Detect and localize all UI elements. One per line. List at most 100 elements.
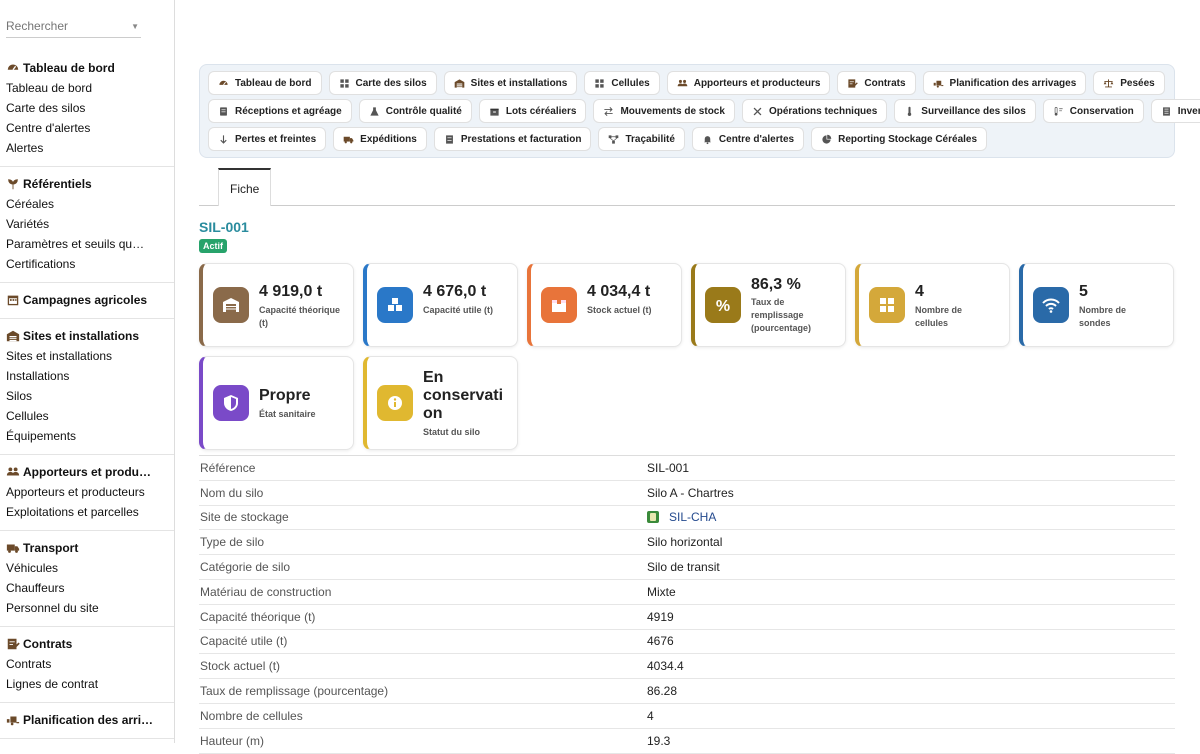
module-nav-button[interactable]: Sites et installations xyxy=(443,71,578,95)
module-nav-button[interactable]: Lots céréaliers xyxy=(478,99,587,123)
cells-icon xyxy=(595,78,604,88)
sidebar-section-header[interactable]: Planification des arri… xyxy=(0,710,174,730)
kpi-value: 4 676,0 t xyxy=(423,283,487,300)
module-nav-button[interactable]: Inventaires xyxy=(1150,99,1200,123)
module-nav-button[interactable]: Planification des arrivages xyxy=(922,71,1087,95)
warehouse-icon xyxy=(6,330,20,342)
sidebar-section-title: Campagnes agricoles xyxy=(23,293,148,307)
sidebar-item[interactable]: Centre d'alertes xyxy=(0,118,145,138)
module-nav-button[interactable]: Cellules xyxy=(584,71,660,95)
kpi-value: 4 034,4 t xyxy=(587,283,651,300)
detail-value: Silo de transit xyxy=(647,560,720,575)
sidebar-item[interactable]: Certifications xyxy=(0,254,145,274)
module-nav-button[interactable]: Mouvements de stock xyxy=(593,99,735,123)
temperature-icon xyxy=(1054,106,1063,116)
sidebar-item[interactable]: Cellules xyxy=(0,406,145,426)
sidebar-item[interactable]: Chauffeurs xyxy=(0,578,145,598)
sidebar-section: Apporteurs et produ… Apporteurs et produc… xyxy=(0,455,174,531)
sidebar-item[interactable]: Lignes de contrat xyxy=(0,674,145,694)
sidebar-item[interactable]: Tableau de bord xyxy=(0,78,145,98)
module-nav-button[interactable]: Réceptions et agréage xyxy=(208,99,352,123)
module-nav-button[interactable]: Pesées xyxy=(1093,71,1165,95)
sidebar-section-header[interactable]: Transport xyxy=(0,538,174,558)
module-nav-button[interactable]: Conservation xyxy=(1042,99,1144,123)
tab-fiche[interactable]: Fiche xyxy=(218,168,272,206)
record-title: SIL-001 xyxy=(199,219,249,235)
module-nav-button[interactable]: Traçabilité xyxy=(598,127,685,151)
kpi-card: 4 034,4 t Stock actuel (t) xyxy=(527,263,682,347)
detail-value: 4676 xyxy=(647,634,674,649)
sidebar-item[interactable]: Personnel du site xyxy=(0,598,145,618)
module-nav-button[interactable]: Apporteurs et producteurs xyxy=(666,71,831,95)
detail-value: Mixte xyxy=(647,584,676,599)
module-nav-button[interactable]: Contrôle qualité xyxy=(358,99,472,123)
detail-value: Silo A - Chartres xyxy=(647,485,734,500)
module-nav-button[interactable]: Opérations techniques xyxy=(741,99,888,123)
module-nav-button[interactable]: Prestations et facturation xyxy=(433,127,592,151)
wifi-icon xyxy=(1033,287,1069,323)
sidebar-item[interactable]: Apporteurs et producteurs xyxy=(0,482,145,502)
kpi-value: 4 xyxy=(915,283,924,300)
sidebar-section-title: Tableau de bord xyxy=(23,61,115,75)
module-nav-button[interactable]: Centre d'alertes xyxy=(691,127,805,151)
sidebar-section-header[interactable]: Apporteurs et produ… xyxy=(0,462,174,482)
detail-table: Référence SIL-001 Nom du silo Silo A - Char… xyxy=(199,455,1175,754)
module-nav-button[interactable]: Expéditions xyxy=(333,127,427,151)
detail-row: Matériau de construction Mixte xyxy=(199,580,1175,605)
sidebar-section-header[interactable]: Référentiels xyxy=(0,174,174,194)
sidebar-item[interactable]: Alertes xyxy=(0,138,145,158)
sidebar-section-header[interactable]: Contrats xyxy=(0,634,174,654)
sidebar-item[interactable]: Silos xyxy=(0,386,145,406)
detail-key: Stock actuel (t) xyxy=(200,659,281,674)
sidebar-item[interactable]: Exploitations et parcelles xyxy=(0,502,145,522)
module-nav-button[interactable]: Contrats xyxy=(837,71,916,95)
sidebar-item[interactable]: Contrats xyxy=(0,654,145,674)
sidebar-section-header[interactable]: Campagnes agricoles xyxy=(0,290,174,310)
search-box[interactable]: ▼ xyxy=(6,16,141,38)
module-nav-button[interactable]: Surveillance des silos xyxy=(894,99,1036,123)
sidebar-section-header[interactable]: Sites et installations xyxy=(0,326,174,346)
sidebar-item[interactable]: Équipements xyxy=(0,426,145,446)
chart-pie-icon xyxy=(822,134,832,144)
sidebar-item[interactable]: Installations xyxy=(0,366,145,386)
module-nav-button[interactable]: Reporting Stockage Céréales xyxy=(811,127,988,151)
detail-row: Catégorie de silo Silo de transit xyxy=(199,555,1175,580)
detail-row: Référence SIL-001 xyxy=(199,456,1175,481)
module-nav-button[interactable]: Tableau de bord xyxy=(208,71,322,95)
sidebar-section: Transport Véhicules Chauffeurs Personnel du… xyxy=(0,531,174,627)
cells-icon xyxy=(869,287,905,323)
contract-icon xyxy=(848,78,859,88)
kpi-label: Capacité utile (t) xyxy=(423,305,494,315)
detail-row: Stock actuel (t) 4034.4 xyxy=(199,654,1175,680)
gauge-icon xyxy=(219,80,228,85)
sidebar-section: Sites et installations Sites et installat… xyxy=(0,319,174,455)
detail-row: Capacité théorique (t) 4919 xyxy=(199,605,1175,630)
sidebar-section-header[interactable]: Tableau de bord xyxy=(0,58,174,78)
detail-value-cell: 4 xyxy=(647,709,654,723)
kpi-card: 5 Nombre de sondes xyxy=(1019,263,1174,347)
sidebar-item[interactable]: Céréales xyxy=(0,194,145,214)
detail-row: Type de silo Silo horizontal xyxy=(199,530,1175,556)
site-link[interactable]: SIL-CHA xyxy=(669,510,716,524)
sidebar-section: Contrats Contrats Lignes de contrat xyxy=(0,627,174,703)
module-nav-button[interactable]: Pertes et freintes xyxy=(208,127,327,151)
sidebar-item[interactable]: Sites et installations xyxy=(0,346,145,366)
sidebar-item[interactable]: Variétés xyxy=(0,214,145,234)
module-nav-label: Pesées xyxy=(1120,77,1155,89)
module-nav-label: Pertes et freintes xyxy=(235,133,317,145)
box-icon xyxy=(490,108,499,116)
sidebar-item[interactable]: Carte des silos xyxy=(0,98,145,118)
chevron-down-icon[interactable]: ▼ xyxy=(131,22,139,31)
sidebar-item[interactable]: Paramètres et seuils qual… xyxy=(0,234,145,254)
module-nav-button[interactable]: Carte des silos xyxy=(328,71,437,95)
percent-icon: % xyxy=(705,287,741,323)
scale-icon xyxy=(1103,78,1114,87)
info-icon xyxy=(377,385,413,421)
kpi-card: 4 Nombre de cellules xyxy=(855,263,1010,347)
sidebar-item[interactable]: Véhicules xyxy=(0,558,145,578)
detail-row: Taux de remplissage (pourcentage) 86.28 xyxy=(199,679,1175,704)
detail-key: Nombre de cellules xyxy=(200,708,303,723)
search-input[interactable] xyxy=(6,16,141,33)
sidebar-section-title: Apporteurs et produ… xyxy=(23,465,151,479)
arrow-down-icon xyxy=(220,134,227,144)
